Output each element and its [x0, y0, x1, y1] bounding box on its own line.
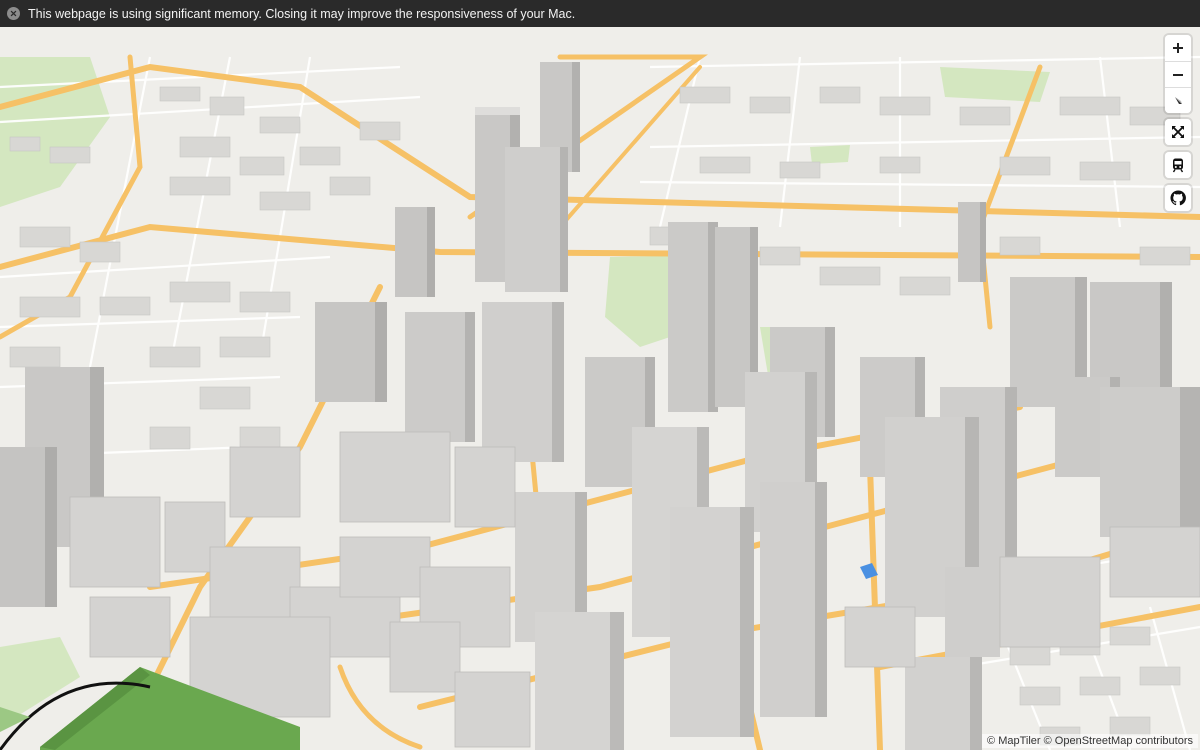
fullscreen-button[interactable]: [1165, 119, 1191, 145]
tower: [668, 222, 718, 412]
train-icon: [1172, 158, 1184, 173]
minus-icon: [1173, 73, 1183, 76]
navigation-control: [1165, 35, 1191, 113]
tower: [958, 202, 986, 282]
close-icon[interactable]: [7, 7, 20, 20]
compass-icon: [1175, 96, 1182, 104]
tower: [670, 507, 754, 737]
github-icon: [1170, 190, 1186, 206]
tower: [482, 302, 564, 462]
map-3d-scene[interactable]: [0, 27, 1200, 750]
tower: [905, 657, 982, 750]
tower: [0, 447, 57, 607]
map-canvas[interactable]: © MapTiler © OpenStreetMap contributors: [0, 27, 1200, 750]
github-button[interactable]: [1165, 185, 1191, 211]
fullscreen-icon: [1172, 126, 1184, 138]
zoom-in-button[interactable]: [1165, 35, 1191, 61]
tower: [395, 207, 435, 297]
tower: [405, 312, 475, 442]
transit-button[interactable]: [1165, 152, 1191, 178]
tower: [535, 612, 624, 750]
map-attribution[interactable]: © MapTiler © OpenStreetMap contributors: [982, 734, 1198, 748]
tower: [505, 147, 568, 292]
tower: [315, 302, 387, 402]
tower: [760, 482, 827, 717]
compass-button[interactable]: [1165, 87, 1191, 113]
map-app: This webpage is using significant memory…: [0, 0, 1200, 750]
github-control: [1165, 185, 1191, 211]
tower: [945, 567, 1000, 657]
tower: [1100, 387, 1200, 537]
transit-control: [1165, 152, 1191, 178]
plus-icon: [1173, 43, 1183, 53]
banner-message: This webpage is using significant memory…: [28, 6, 576, 21]
memory-warning-banner: This webpage is using significant memory…: [0, 0, 1200, 27]
fullscreen-control: [1165, 119, 1191, 145]
zoom-out-button[interactable]: [1165, 61, 1191, 87]
